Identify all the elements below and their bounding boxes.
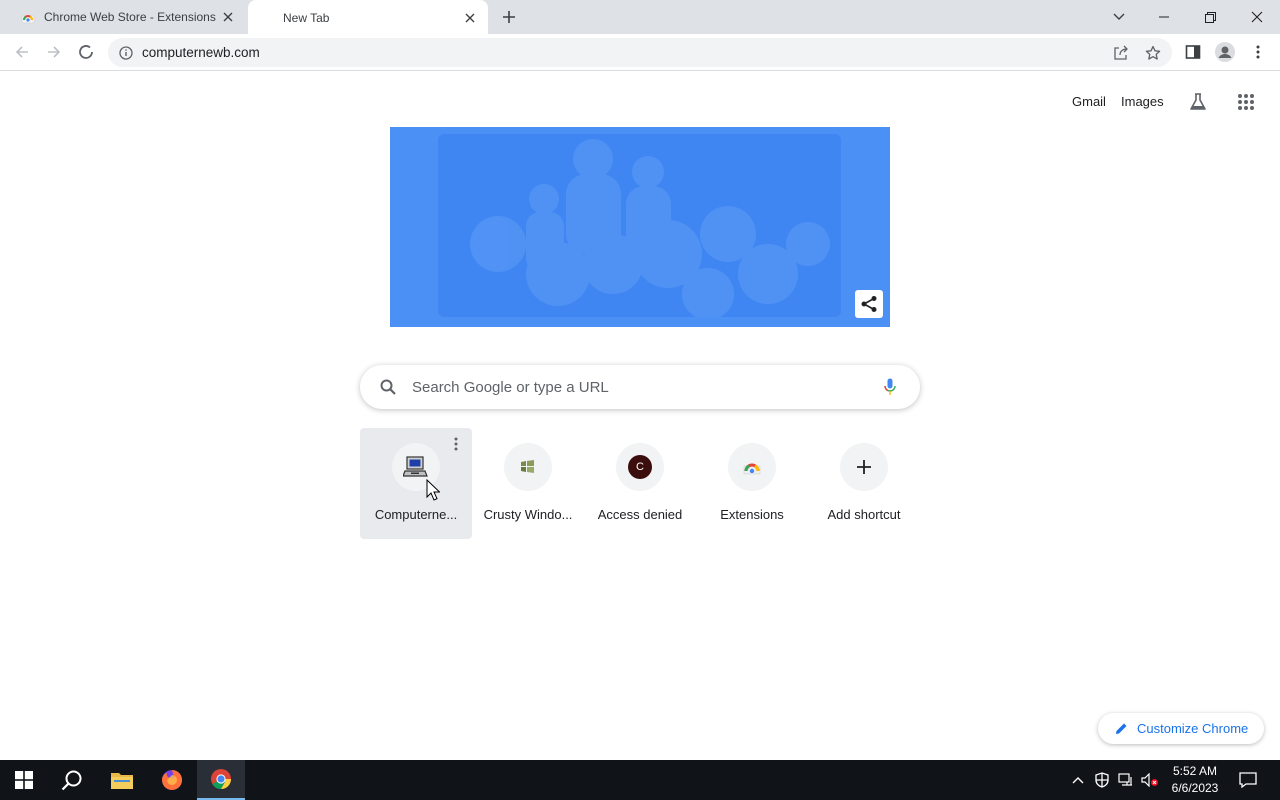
firefox-icon[interactable] [148,760,196,800]
gmail-link[interactable]: Gmail [1072,94,1106,109]
clock-time: 5:52 AM [1172,764,1218,778]
shortcut-more-icon[interactable] [450,436,462,452]
volume-muted-icon[interactable] [1140,760,1160,800]
back-button[interactable] [10,40,34,64]
add-shortcut-button[interactable]: Add shortcut [808,428,920,539]
tab-search-button[interactable] [1096,0,1142,34]
forward-button[interactable] [42,40,66,64]
tab-title: Chrome Web Store - Extensions [44,10,216,24]
address-bar[interactable]: computernewb.com [108,38,1172,67]
show-hidden-icons-chevron-icon[interactable] [1068,760,1088,800]
google-doodle[interactable] [390,127,890,327]
search-icon [378,377,398,397]
tab-new-tab[interactable]: New Tab [248,0,488,35]
side-panel-icon[interactable] [1182,41,1204,63]
search-placeholder: Search Google or type a URL [412,378,609,396]
google-apps-icon[interactable] [1234,90,1258,114]
crusty-windows-icon [504,443,552,491]
shortcut-label: Add shortcut [827,507,901,522]
windows-taskbar: 5:52 AM 6/6/2023 [0,760,1280,800]
stop-loading-icon[interactable] [74,40,98,64]
doodle-illustration [438,134,841,320]
clock-date: 6/6/2023 [1171,781,1219,795]
chrome-web-store-icon [728,443,776,491]
file-explorer-icon[interactable] [98,760,146,800]
customize-chrome-label: Customize Chrome [1137,721,1249,736]
voice-search-mic-icon[interactable] [880,376,900,398]
tab-strip: Chrome Web Store - Extensions New Tab [0,0,1280,35]
url-text: computernewb.com [142,45,260,60]
chrome-web-store-icon [20,9,36,25]
close-tab-icon[interactable] [220,9,236,25]
pencil-icon [1114,722,1128,736]
shortcut-computernewb[interactable]: Computerne... [360,428,472,539]
restore-button[interactable] [1187,0,1233,34]
tab-chrome-web-store[interactable]: Chrome Web Store - Extensions [8,0,246,34]
shortcut-crusty-windows[interactable]: Crusty Windo... [472,428,584,539]
shortcut-label: Access denied [597,507,683,522]
shortcut-label: Computerne... [374,507,458,522]
doodle-share-icon[interactable] [855,290,883,318]
labs-flask-icon[interactable] [1186,90,1210,114]
images-link[interactable]: Images [1121,94,1164,109]
customize-chrome-button[interactable]: Customize Chrome [1098,713,1264,744]
share-icon[interactable] [1112,44,1130,62]
bookmark-star-icon[interactable] [1144,44,1162,62]
search-input[interactable]: Search Google or type a URL [360,365,920,409]
tab-title: New Tab [283,10,330,25]
close-window-button[interactable] [1234,0,1280,34]
profile-avatar-icon[interactable] [1214,41,1236,63]
windows-security-shield-icon[interactable] [1092,760,1112,800]
close-tab-icon[interactable] [462,10,478,26]
letter-c-icon: C [616,443,664,491]
notification-center-icon[interactable] [1236,760,1260,800]
info-icon[interactable] [118,45,134,61]
letter-c-badge: C [628,455,652,479]
shortcut-access-denied[interactable]: C Access denied [584,428,696,539]
mouse-cursor-icon [426,478,441,501]
taskbar-clock[interactable]: 5:52 AM 6/6/2023 [1163,763,1227,797]
minimize-button[interactable] [1141,0,1187,34]
shortcut-label: Extensions [720,507,784,522]
chrome-taskbar-icon[interactable] [197,760,245,800]
plus-icon [840,443,888,491]
browser-window: Chrome Web Store - Extensions New Tab co… [0,0,1280,800]
search-icon[interactable] [48,760,96,800]
shortcut-label: Crusty Windo... [483,507,573,522]
browser-toolbar: computernewb.com [0,34,1280,71]
chrome-menu-icon[interactable] [1247,41,1269,63]
shortcut-extensions[interactable]: Extensions [696,428,808,539]
windows-start-button[interactable] [0,760,48,800]
network-icon[interactable] [1116,760,1136,800]
new-tab-button[interactable] [498,6,520,28]
